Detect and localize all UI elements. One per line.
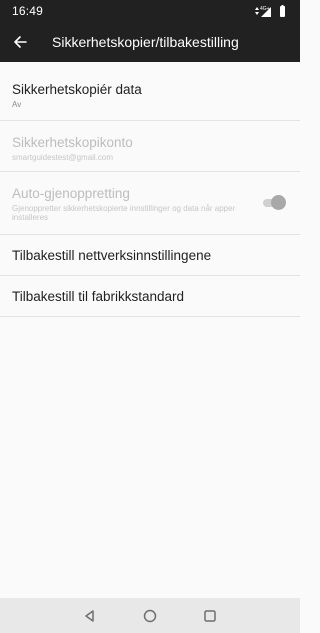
- auto-restore-toggle[interactable]: [261, 195, 287, 211]
- nav-home-button[interactable]: [142, 608, 158, 624]
- nav-recents-button[interactable]: [202, 608, 218, 624]
- auto-restore-description: Gjenoppretter sikkerhetskopierte innstil…: [12, 204, 236, 222]
- wifi-arrows-icon: [255, 7, 259, 15]
- back-button[interactable]: [10, 32, 30, 52]
- auto-restore-title: Auto-gjenoppretting: [12, 186, 130, 201]
- toggle-thumb: [271, 195, 286, 210]
- circle-home-icon: [143, 609, 157, 623]
- battery-icon: [280, 5, 285, 17]
- network-reset-title: Tilbakestill nettverksinnstillingene: [12, 248, 212, 263]
- nav-back-button[interactable]: [82, 608, 98, 624]
- navigation-bar: [0, 598, 300, 633]
- app-bar: Sikkerhetskopier/tilbakestilling: [0, 22, 300, 62]
- backup-account-title: Sikkerhetskopikonto: [12, 135, 133, 150]
- network-reset-item[interactable]: Tilbakestill nettverksinnstillingene: [0, 235, 300, 276]
- backup-account-item: Sikkerhetskopikonto smartguidestest@gmai…: [0, 121, 300, 172]
- auto-restore-item: Auto-gjenoppretting Gjenoppretter sikker…: [0, 172, 300, 235]
- status-time: 16:49: [12, 4, 44, 18]
- triangle-back-icon: [85, 610, 94, 622]
- factory-reset-title: Tilbakestill til fabrikkstandard: [12, 289, 185, 304]
- square-recents-icon: [204, 610, 216, 622]
- status-icons: 4G+: [254, 4, 288, 18]
- status-icons-svg: 4G+: [255, 5, 285, 17]
- backup-data-status: Av: [12, 100, 22, 109]
- page-title: Sikkerhetskopier/tilbakestilling: [52, 34, 239, 50]
- backup-data-item[interactable]: Sikkerhetskopiér data Av: [0, 62, 300, 121]
- arrow-left-icon: [14, 36, 27, 48]
- backup-account-email: smartguidestest@gmail.com: [12, 153, 114, 162]
- status-bar: 16:49 4G+: [0, 0, 300, 22]
- settings-list: Sikkerhetskopiér data Av Sikkerhetskopik…: [0, 62, 300, 317]
- backup-data-title: Sikkerhetskopiér data: [12, 82, 142, 97]
- factory-reset-item[interactable]: Tilbakestill til fabrikkstandard: [0, 276, 300, 317]
- screen: 16:49 4G+ Sikkerhetskopier/tilbakestilli…: [0, 0, 300, 633]
